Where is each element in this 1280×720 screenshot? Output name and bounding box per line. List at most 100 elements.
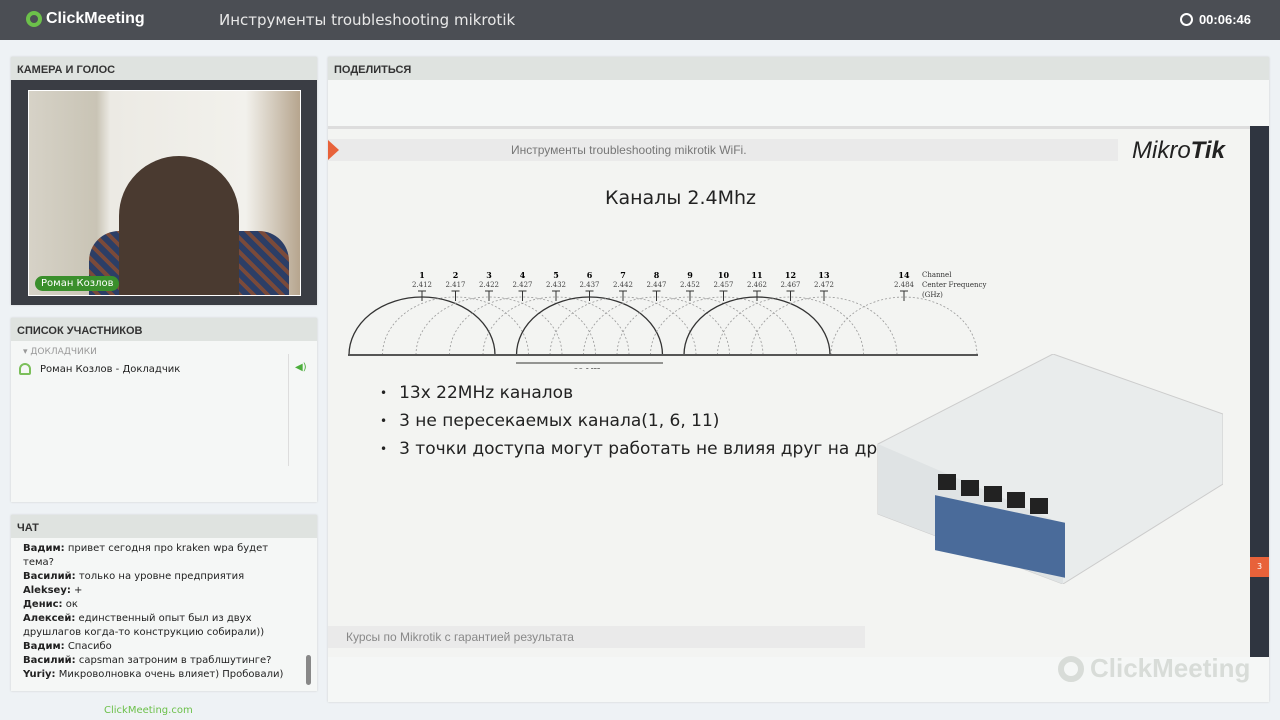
chat-message: Вадим: Спасибо xyxy=(23,640,295,654)
channel-number: 11 xyxy=(751,270,762,280)
event-title: Инструменты troubleshooting mikrotik xyxy=(219,11,516,29)
group-presenters[interactable]: ▾ ДОКЛАДЧИКИ xyxy=(11,341,317,357)
share-panel: ПОДЕЛИТЬСЯ Инструменты troubleshooting m… xyxy=(328,57,1269,702)
channel-number: 1 xyxy=(419,270,425,280)
video-person xyxy=(119,156,239,295)
brand-logo: ClickMeeting xyxy=(26,10,145,28)
channel-frequency: 2.452 xyxy=(680,281,700,289)
slide-side-strip xyxy=(1250,126,1269,657)
channel-number: 2 xyxy=(453,270,459,280)
camera-panel: КАМЕРА И ГОЛОС Роман Козлов xyxy=(11,57,317,305)
camera-panel-title: КАМЕРА И ГОЛОС xyxy=(11,57,317,80)
slide-footer: Курсы по Mikrotik с гарантией результата xyxy=(328,626,865,648)
participant-name: Роман Козлов - Докладчик xyxy=(40,363,181,375)
chat-author: Василий: xyxy=(23,571,76,582)
chat-message: Вадим: привет сегодня про kraken wpa буд… xyxy=(23,542,295,570)
watermark-logo-icon xyxy=(1058,655,1084,682)
channel-frequency: 2.457 xyxy=(713,281,733,289)
speaker-icon[interactable]: ◀) xyxy=(288,354,308,466)
chat-panel: ЧАТ Вадим: привет сегодня про kraken wpa… xyxy=(11,515,317,691)
channel-number: 4 xyxy=(520,270,526,280)
chat-message: Алексей: единственный опыт был из двух д… xyxy=(23,612,295,640)
participants-panel-title: СПИСОК УЧАСТНИКОВ xyxy=(11,318,317,341)
channel-arc xyxy=(415,296,563,356)
participant-item[interactable]: Роман Козлов - Докладчик xyxy=(11,357,287,381)
channel-arc xyxy=(717,296,864,356)
clock-icon xyxy=(1179,13,1193,26)
channel-arc xyxy=(616,296,764,356)
channel-frequency: 2.417 xyxy=(445,281,465,289)
chat-author: Вадим: xyxy=(23,641,65,652)
slide-arrow-icon xyxy=(328,140,339,160)
chat-message: Aleksey: + xyxy=(23,584,295,598)
presenter-name-badge: Роман Козлов xyxy=(35,276,120,291)
chat-author: Алексей: xyxy=(23,613,76,624)
bullet: 3 точки доступа могут работать не влияя … xyxy=(380,435,907,463)
bullet: 3 не пересекаемых канала(1, 6, 11) xyxy=(380,407,907,435)
chat-author: Денис: xyxy=(23,599,63,610)
chat-author: Yuriy: xyxy=(23,669,56,680)
chat-author: Вадим: xyxy=(23,543,65,554)
channel-arc xyxy=(549,296,697,356)
diagram-legend: (GHz) xyxy=(922,291,943,299)
channel-number: 8 xyxy=(654,270,660,280)
channel-arc xyxy=(482,296,630,356)
channel-frequency: 2.422 xyxy=(479,281,499,289)
chat-messages: Вадим: привет сегодня про kraken wpa буд… xyxy=(11,538,307,686)
channel-frequency: 2.462 xyxy=(747,281,767,289)
slide-header: Инструменты troubleshooting mikrotik WiF… xyxy=(328,139,1118,161)
slide-bullets: 13x 22MHz каналов 3 не пересекаемых кана… xyxy=(380,379,907,463)
channel-frequency: 2.467 xyxy=(780,281,800,289)
user-icon xyxy=(19,363,31,375)
diagram-legend: Channel xyxy=(922,271,952,279)
presentation-slide: Инструменты troubleshooting mikrotik WiF… xyxy=(328,126,1250,657)
clickmeeting-logo-icon xyxy=(26,11,42,27)
channel-arc xyxy=(650,296,797,356)
chat-author: Василий: xyxy=(23,655,76,666)
router-image xyxy=(877,354,1223,584)
clickmeeting-link[interactable]: ClickMeeting.com xyxy=(104,705,193,716)
clickmeeting-watermark: ClickMeeting xyxy=(1058,653,1250,684)
channel-arc xyxy=(348,296,496,356)
share-panel-title: ПОДЕЛИТЬСЯ xyxy=(328,57,1269,80)
channel-frequency: 2.472 xyxy=(814,281,834,289)
channel-frequency: 2.442 xyxy=(613,281,633,289)
slide-title: Каналы 2.4Mhz xyxy=(605,187,757,209)
width-label: 22 MHz xyxy=(574,367,605,369)
chat-panel-title: ЧАТ xyxy=(11,515,317,538)
brand-name: ClickMeeting xyxy=(46,10,145,27)
chat-text: только на уровне предприятия xyxy=(78,571,245,582)
watermark-text: ClickMeeting xyxy=(1090,653,1251,683)
channel-number: 6 xyxy=(587,270,593,280)
chat-text: Спасибо xyxy=(67,641,112,652)
channel-number: 13 xyxy=(818,270,830,280)
channel-frequency: 2.412 xyxy=(412,281,432,289)
chat-text: ок xyxy=(65,599,78,610)
chat-message: Василий: только на уровне предприятия xyxy=(23,570,295,584)
chat-message: Денис: ок xyxy=(23,598,295,612)
channel-number: 7 xyxy=(620,270,626,280)
channel-arc xyxy=(830,296,978,356)
channel-number: 14 xyxy=(898,270,910,280)
presenter-video[interactable]: Роман Козлов xyxy=(28,90,301,296)
channel-number: 10 xyxy=(718,270,730,280)
channel-arc xyxy=(449,296,596,356)
chat-author: Aleksey: xyxy=(23,585,71,596)
channel-frequency: 2.447 xyxy=(646,281,666,289)
channel-arc xyxy=(583,296,730,356)
bullet: 13x 22MHz каналов xyxy=(380,379,907,407)
channel-arc xyxy=(750,296,898,356)
timer: 00:06:46 xyxy=(1179,12,1251,27)
channel-arc xyxy=(515,296,664,356)
participants-panel: СПИСОК УЧАСТНИКОВ ▾ ДОКЛАДЧИКИ Роман Коз… xyxy=(11,318,317,502)
mikrotik-logo: MikroTik xyxy=(1132,137,1225,164)
chat-scrollbar[interactable] xyxy=(306,655,311,685)
group-label: ДОКЛАДЧИКИ xyxy=(30,347,97,357)
channel-frequency: 2.484 xyxy=(894,281,915,289)
channel-arc xyxy=(382,296,529,356)
channel-frequency: 2.427 xyxy=(512,281,532,289)
chat-text: + xyxy=(74,585,83,596)
channel-frequency: 2.432 xyxy=(546,281,566,289)
diagram-legend: Center Frequency xyxy=(922,281,986,289)
top-bar: ClickMeeting Инструменты troubleshooting… xyxy=(0,0,1280,40)
